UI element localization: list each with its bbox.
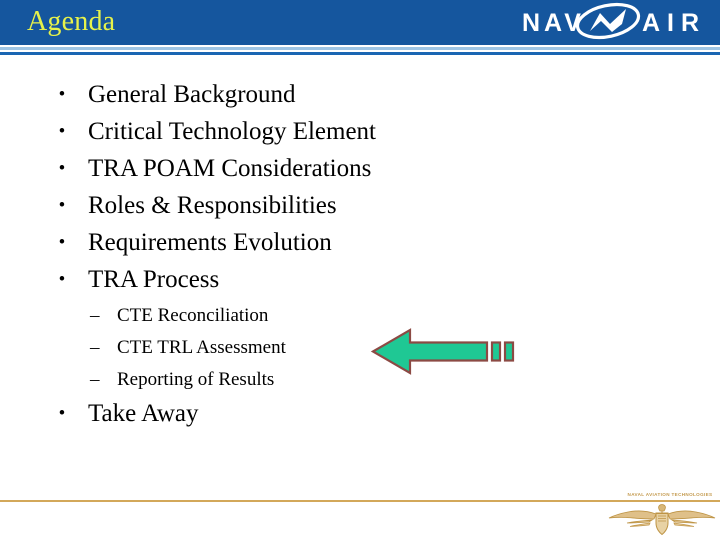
svg-text:NAV: NAV (522, 9, 585, 37)
list-item-label: Requirements Evolution (88, 229, 332, 256)
dash-icon: – (90, 337, 100, 358)
bullet-icon: • (58, 232, 66, 253)
bullet-icon: • (58, 195, 66, 216)
navair-logo-text-left: NAV (522, 9, 585, 37)
bullet-icon: • (58, 84, 66, 105)
sub-list-item-label: CTE Reconciliation (117, 305, 269, 326)
agenda-list: • General Background • Critical Technolo… (0, 76, 720, 298)
list-item-label: Roles & Responsibilities (88, 192, 337, 219)
arrow-tail-segment-1 (490, 341, 502, 362)
footer-brand-label: NAVAL AVIATION TECHNOLOGIES (627, 492, 713, 497)
list-item: • Roles & Responsibilities (0, 187, 720, 224)
list-item: • Requirements Evolution (0, 224, 720, 261)
list-item-label: Take Away (88, 400, 199, 427)
sub-list-item: – CTE Reconciliation (0, 300, 720, 332)
list-item-label: General Background (88, 81, 296, 108)
arrow-body (370, 328, 489, 375)
svg-text:AIR: AIR (642, 9, 706, 37)
dash-icon: – (90, 369, 100, 390)
list-item-label: TRA POAM Considerations (88, 155, 372, 182)
list-item-take-away: • Take Away (0, 395, 720, 432)
dash-icon: – (90, 305, 100, 326)
green-left-arrow-callout (370, 326, 520, 378)
sub-list-item-label: Reporting of Results (117, 369, 275, 390)
header-divider-blue (0, 52, 720, 55)
arrow-tail-segment-2 (503, 341, 515, 362)
bullet-icon: • (58, 403, 66, 424)
sub-list-item: – CTE TRL Assessment (0, 332, 720, 364)
list-item: • Critical Technology Element (0, 113, 720, 150)
navair-logo: NAV AIR (500, 0, 720, 45)
list-item-label: TRA Process (88, 266, 220, 293)
list-item: • TRA POAM Considerations (0, 150, 720, 187)
list-item: • General Background (0, 76, 720, 113)
footer-divider (0, 500, 720, 502)
naval-aviator-wings-icon (608, 503, 716, 537)
sub-list-item-label: CTE TRL Assessment (117, 337, 286, 358)
bullet-icon: • (58, 269, 66, 290)
navair-logo-text-right: AIR (642, 9, 706, 37)
page-title: Agenda (27, 6, 116, 37)
bullet-icon: • (58, 121, 66, 142)
sub-list-item: – Reporting of Results (0, 364, 720, 396)
agenda-sublist: – CTE Reconciliation – CTE TRL Assessmen… (0, 300, 720, 396)
bullet-icon: • (58, 158, 66, 179)
list-item: • TRA Process (0, 261, 720, 298)
list-item-label: Critical Technology Element (88, 118, 376, 145)
